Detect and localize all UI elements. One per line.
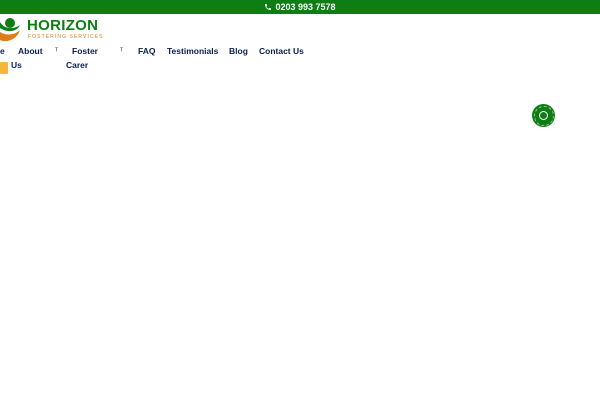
- logo-tagline: FOSTERING SERVICES: [28, 34, 104, 40]
- nav-foster-line1: Foster: [72, 46, 98, 56]
- phone-number: 0203 993 7578: [275, 2, 336, 12]
- foster-dropdown-caret-icon[interactable]: ᵀ: [120, 47, 123, 57]
- logo-wordmark: HORIZON: [27, 17, 99, 34]
- nav-faq[interactable]: FAQ: [138, 44, 155, 58]
- floating-chat-button[interactable]: [532, 104, 555, 127]
- nav-about-line2[interactable]: Us: [11, 58, 22, 72]
- nav-foster-carer[interactable]: Foster: [72, 44, 98, 58]
- nav-about-us[interactable]: About: [18, 44, 43, 58]
- site-logo[interactable]: HORIZON FOSTERING SERVICES: [0, 16, 112, 44]
- nav-highlight-marker: [0, 62, 8, 74]
- nav-home[interactable]: e: [0, 44, 5, 58]
- phone-icon: [265, 4, 272, 10]
- chat-button-ring: [533, 105, 554, 126]
- nav-testimonials[interactable]: Testimonials: [167, 44, 218, 58]
- nav-foster-line2[interactable]: Carer: [66, 58, 88, 72]
- top-contact-bar: 0203 993 7578: [0, 0, 600, 14]
- nav-contact-us[interactable]: Contact Us: [259, 44, 304, 58]
- about-dropdown-caret-icon[interactable]: ᵀ: [55, 47, 58, 57]
- phone-link[interactable]: 0203 993 7578: [264, 2, 336, 12]
- horizon-logo-mark: [0, 18, 20, 42]
- main-navigation: e About Us ᵀ Foster Carer ᵀ FAQ Testimon…: [0, 44, 600, 74]
- nav-blog[interactable]: Blog: [229, 44, 248, 58]
- chat-circle-icon: [539, 111, 548, 120]
- nav-about-line1: About: [18, 46, 43, 56]
